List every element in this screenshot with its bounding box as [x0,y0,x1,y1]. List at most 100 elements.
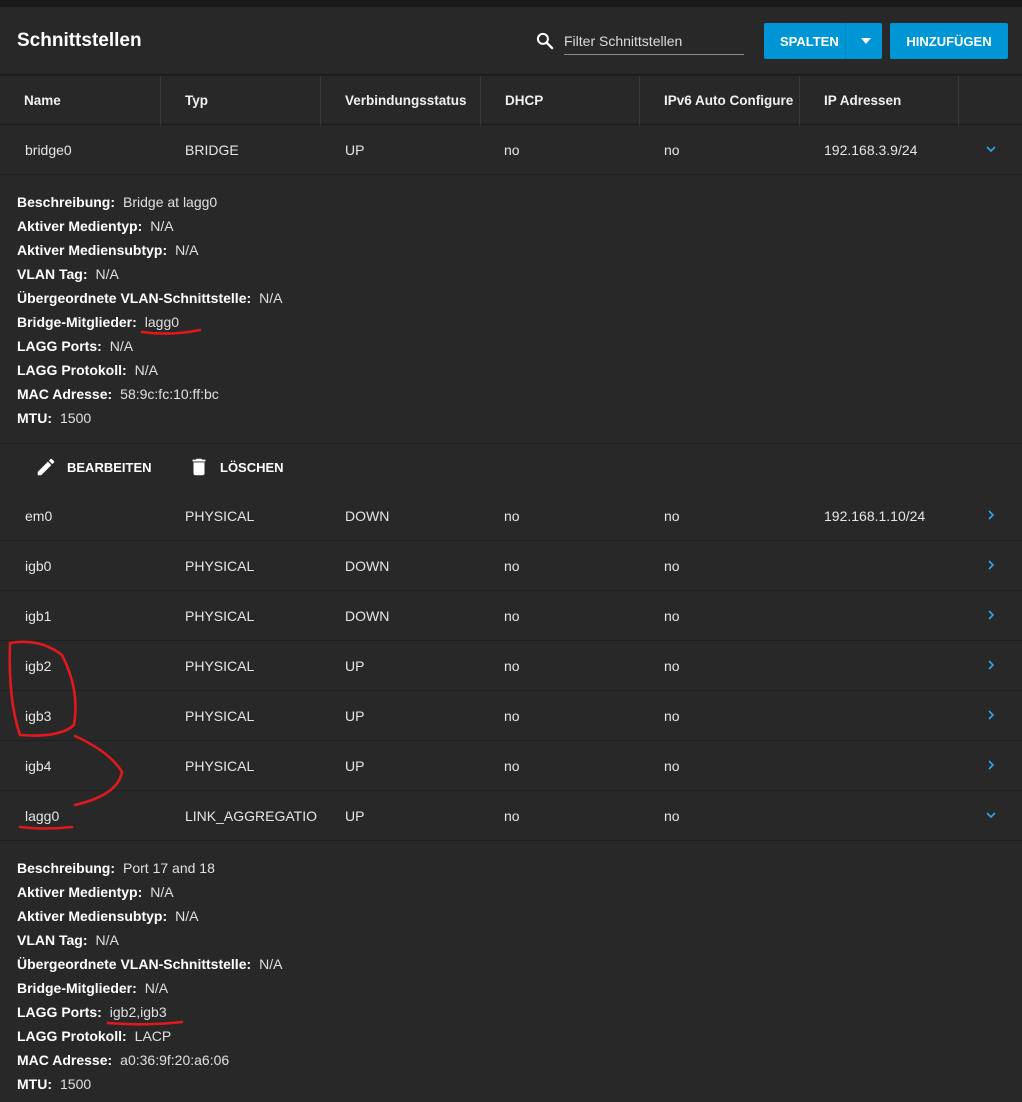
top-strip [0,0,1022,7]
cell-status: UP [345,758,365,774]
cell-dhcp: no [504,508,520,524]
edit-button-label: BEARBEITEN [67,459,152,475]
table-row[interactable]: igb1 PHYSICAL DOWN no no [0,591,1022,641]
chevron-right-icon[interactable] [985,658,997,672]
detail-label: Bridge-Mitglieder: [17,314,137,330]
chevron-down-icon[interactable] [985,808,997,822]
detail-label: Aktiver Mediensubtyp: [17,908,168,924]
detail-value: N/A [259,290,283,306]
detail-line: Beschreibung: Bridge at lagg0 [17,194,217,210]
cell-ip: 192.168.1.10/24 [824,508,926,524]
cell-ipv6: no [664,508,680,524]
column-header-name[interactable]: Name [0,76,161,125]
table-row[interactable]: igb3 PHYSICAL UP no no [0,691,1022,741]
table-row[interactable]: igb0 PHYSICAL DOWN no no [0,541,1022,591]
trash-icon [192,458,206,476]
detail-value: N/A [95,932,119,948]
column-header-ipv6[interactable]: IPv6 Auto Configure [640,76,800,125]
chevron-right-icon[interactable] [985,608,997,622]
cell-ipv6: no [664,608,680,624]
chevron-right-icon[interactable] [985,558,997,572]
cell-name: igb2 [25,658,52,674]
page-header: Schnittstellen SPALTEN HINZUFÜGEN [0,7,1022,75]
column-header-status[interactable]: Verbindungsstatus [321,76,481,125]
cell-status: UP [345,658,365,674]
detail-value: N/A [259,956,283,972]
detail-label: Beschreibung: [17,194,116,210]
cell-ipv6: no [664,658,680,674]
chevron-right-icon[interactable] [985,508,997,522]
columns-button[interactable]: SPALTEN [764,23,882,59]
detail-label: VLAN Tag: [17,932,88,948]
detail-value: N/A [134,362,159,378]
cell-dhcp: no [504,608,520,624]
search-icon[interactable] [535,31,555,51]
detail-value: a0:36:9f:20:a6:06 [120,1052,230,1068]
detail-value: LACP [134,1028,172,1044]
detail-line: Aktiver Mediensubtyp: N/A [17,908,198,924]
detail-value: N/A [144,980,169,996]
table-row[interactable]: em0 PHYSICAL DOWN no no 192.168.1.10/24 [0,491,1022,541]
chevron-down-icon[interactable] [985,142,997,156]
detail-label: Aktiver Medientyp: [17,218,143,234]
cell-type: BRIDGE [185,142,239,158]
cell-ipv6: no [664,142,680,158]
detail-line: LAGG Protokoll: LACP [17,1028,171,1044]
add-button[interactable]: HINZUFÜGEN [890,23,1008,59]
detail-label: MTU: [17,1076,52,1092]
cell-type: LINK_AGGREGATIO [185,808,317,824]
detail-value: N/A [95,266,119,282]
caret-down-icon[interactable] [861,38,871,44]
column-header-dhcp[interactable]: DHCP [481,76,640,125]
delete-button[interactable]: LÖSCHEN [188,456,284,478]
chevron-right-icon[interactable] [985,758,997,772]
detail-line: Aktiver Medientyp: N/A [17,218,174,234]
detail-line: VLAN Tag: N/A [17,932,119,948]
table-row[interactable]: igb2 PHYSICAL UP no no [0,641,1022,691]
column-header-type[interactable]: Typ [161,76,321,125]
pencil-icon [37,458,55,476]
detail-label: Aktiver Medientyp: [17,884,143,900]
cell-status: DOWN [345,508,390,524]
detail-label: Beschreibung: [17,860,116,876]
detail-line: LAGG Ports: igb2,igb3 [17,1004,167,1020]
cell-dhcp: no [504,558,520,574]
cell-type: PHYSICAL [185,708,255,724]
detail-label: Übergeordnete VLAN-Schnittstelle: [17,290,252,306]
cell-type: PHYSICAL [185,608,255,624]
columns-button-label: SPALTEN [780,33,839,49]
detail-value: Port 17 and 18 [123,860,215,876]
detail-label: LAGG Protokoll: [17,362,127,378]
add-button-label: HINZUFÜGEN [906,33,992,49]
chevron-right-icon[interactable] [985,708,997,722]
detail-line: MTU: 1500 [17,410,91,426]
cell-name: bridge0 [25,142,72,158]
table-row[interactable]: bridge0 BRIDGE UP no no 192.168.3.9/24 [0,125,1022,175]
cell-name: igb3 [25,708,52,724]
search-input[interactable] [564,29,744,55]
column-header-ip[interactable]: IP Adressen [800,76,959,125]
detail-line: Übergeordnete VLAN-Schnittstelle: N/A [17,956,282,972]
detail-value: 1500 [60,410,92,426]
table-row[interactable]: igb4 PHYSICAL UP no no [0,741,1022,791]
cell-dhcp: no [504,142,520,158]
detail-label: LAGG Ports: [17,1004,102,1020]
detail-line: Aktiver Medientyp: N/A [17,884,174,900]
cell-status: UP [345,708,365,724]
detail-line: Übergeordnete VLAN-Schnittstelle: N/A [17,290,282,306]
table-row[interactable]: lagg0 LINK_AGGREGATIO UP no no [0,791,1022,841]
cell-ipv6: no [664,758,680,774]
cell-name: igb4 [25,758,52,774]
cell-dhcp: no [504,658,520,674]
detail-line: Bridge-Mitglieder: N/A [17,980,168,996]
cell-type: PHYSICAL [185,658,255,674]
cell-name: lagg0 [25,808,60,824]
edit-button[interactable]: BEARBEITEN [35,456,152,478]
detail-label: VLAN Tag: [17,266,88,282]
cell-ipv6: no [664,808,680,824]
cell-name: igb0 [25,558,52,574]
detail-value: igb2,igb3 [109,1004,167,1020]
detail-value: 58:9c:fc:10:ff:bc [120,386,219,402]
detail-value: N/A [150,884,174,900]
detail-line: LAGG Ports: N/A [17,338,133,354]
